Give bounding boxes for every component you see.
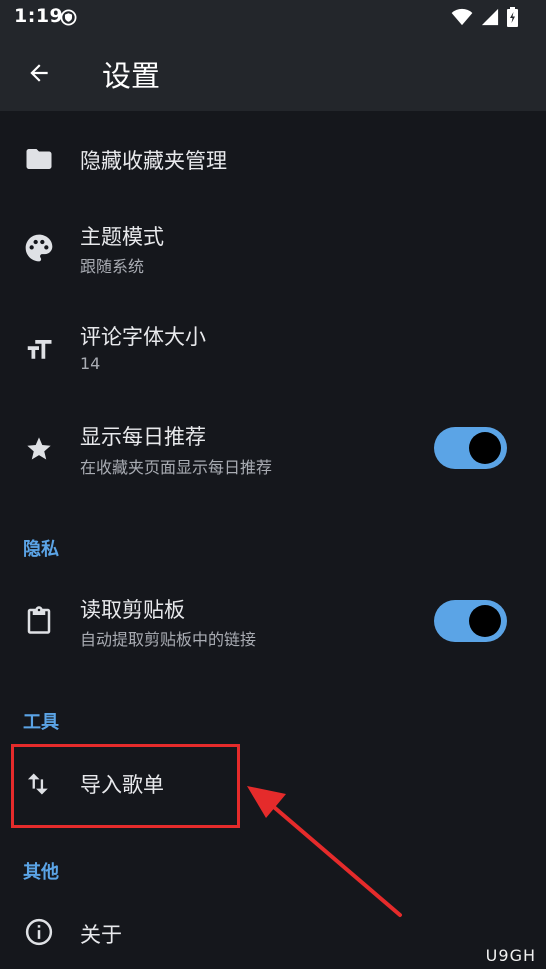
theme-mode-title: 主题模式 bbox=[80, 225, 164, 249]
about-item[interactable]: 关于 bbox=[0, 895, 546, 969]
section-header-privacy: 隐私 bbox=[23, 539, 59, 560]
toggle-knob bbox=[469, 432, 501, 464]
section-header-tools: 工具 bbox=[23, 712, 59, 733]
app-bar: 设置 bbox=[0, 34, 546, 111]
clipboard-icon bbox=[22, 603, 56, 637]
folder-icon bbox=[22, 142, 56, 176]
read-clipboard-title: 读取剪贴板 bbox=[80, 598, 185, 622]
daily-recommend-description: 在收藏夹页面显示每日推荐 bbox=[80, 458, 273, 477]
watermark: U9GH bbox=[485, 946, 536, 965]
status-bar: 1:19 bbox=[0, 0, 546, 34]
info-icon bbox=[22, 915, 56, 949]
back-button[interactable] bbox=[18, 52, 60, 94]
palette-icon bbox=[22, 231, 56, 265]
daily-recommend-toggle[interactable] bbox=[434, 427, 507, 469]
read-clipboard-toggle[interactable] bbox=[434, 600, 507, 642]
comment-font-size-title: 评论字体大小 bbox=[80, 325, 206, 349]
read-clipboard-description: 自动提取剪贴板中的链接 bbox=[80, 630, 257, 649]
toggle-knob bbox=[469, 605, 501, 637]
section-header-other: 其他 bbox=[23, 862, 59, 883]
daily-recommend-title: 显示每日推荐 bbox=[80, 425, 206, 449]
comment-font-size-value: 14 bbox=[80, 354, 101, 373]
wifi-icon bbox=[451, 8, 473, 26]
highlight-box bbox=[11, 744, 240, 828]
page-title: 设置 bbox=[102, 59, 161, 93]
theme-mode-item[interactable]: 主题模式 跟随系统 bbox=[0, 207, 546, 299]
daily-recommend-item[interactable]: 显示每日推荐 在收藏夹页面显示每日推荐 bbox=[0, 399, 546, 499]
text-size-icon bbox=[22, 333, 56, 367]
star-icon bbox=[22, 432, 56, 466]
hidden-favorites-title: 隐藏收藏夹管理 bbox=[80, 149, 227, 173]
comment-font-size-item[interactable]: 评论字体大小 14 bbox=[0, 299, 546, 399]
battery-icon bbox=[507, 7, 518, 27]
read-clipboard-item[interactable]: 读取剪贴板 自动提取剪贴板中的链接 bbox=[0, 572, 546, 670]
status-time: 1:19 bbox=[14, 5, 64, 27]
hidden-favorites-item[interactable]: 隐藏收藏夹管理 bbox=[0, 111, 546, 207]
about-title: 关于 bbox=[80, 923, 122, 947]
status-icons bbox=[451, 6, 518, 28]
signal-icon bbox=[481, 8, 499, 26]
theme-mode-value: 跟随系统 bbox=[80, 257, 145, 276]
arrow-left-icon bbox=[30, 64, 48, 82]
shield-icon bbox=[60, 9, 77, 26]
